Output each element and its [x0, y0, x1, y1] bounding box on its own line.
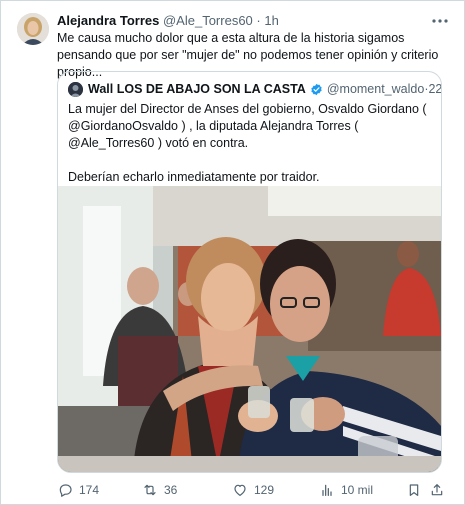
verified-icon: [310, 83, 323, 96]
like-count: 129: [254, 483, 275, 497]
author-name[interactable]: Alejandra Torres: [57, 13, 159, 28]
quoted-avatar[interactable]: [68, 81, 83, 97]
views-icon: [322, 484, 332, 496]
more-icon[interactable]: [430, 13, 450, 29]
avatar-photo: [17, 13, 49, 45]
share-icon: [431, 484, 443, 496]
action-bar: 174 36 129 10 mil: [57, 481, 452, 499]
quoted-text-line-2: Deberían echarlo inmediatamente por trai…: [68, 170, 320, 184]
like-button[interactable]: 129: [232, 481, 274, 499]
bookmark-icon: [409, 484, 419, 496]
repost-count: 36: [164, 483, 178, 497]
reply-button[interactable]: 174: [57, 481, 99, 499]
quoted-header: Wall LOS DE ABAJO SON LA CASTA @moment_w…: [68, 81, 441, 97]
reply-icon: [59, 484, 72, 497]
quoted-time[interactable]: 22h: [428, 82, 441, 96]
repost-button[interactable]: 36: [142, 481, 177, 499]
quoted-handle[interactable]: @moment_waldo: [327, 82, 424, 96]
views-button[interactable]: 10 mil: [319, 481, 373, 499]
quoted-text-line-1: La mujer del Director de Anses del gobie…: [68, 102, 427, 150]
quoted-tweet[interactable]: Wall LOS DE ABAJO SON LA CASTA @moment_w…: [57, 71, 442, 473]
tweet-header: Alejandra Torres @Ale_Torres60 · 1h: [57, 13, 279, 31]
repost-icon: [144, 484, 156, 496]
quoted-text: La mujer del Director de Anses del gobie…: [68, 101, 433, 186]
separator-dot: ·: [256, 13, 261, 28]
author-handle[interactable]: @Ale_Torres60: [163, 13, 253, 28]
tweet-time[interactable]: 1h: [264, 13, 278, 28]
bookmark-button[interactable]: [406, 481, 428, 499]
quoted-author-name[interactable]: Wall LOS DE ABAJO SON LA CASTA: [88, 82, 306, 96]
views-count: 10 mil: [341, 483, 374, 497]
avatar[interactable]: [17, 13, 49, 45]
reply-count: 174: [79, 483, 100, 497]
share-button[interactable]: [429, 481, 451, 499]
like-icon: [234, 484, 246, 496]
quoted-photo[interactable]: [58, 186, 441, 472]
tweet[interactable]: Alejandra Torres @Ale_Torres60 · 1h Me c…: [0, 0, 465, 505]
